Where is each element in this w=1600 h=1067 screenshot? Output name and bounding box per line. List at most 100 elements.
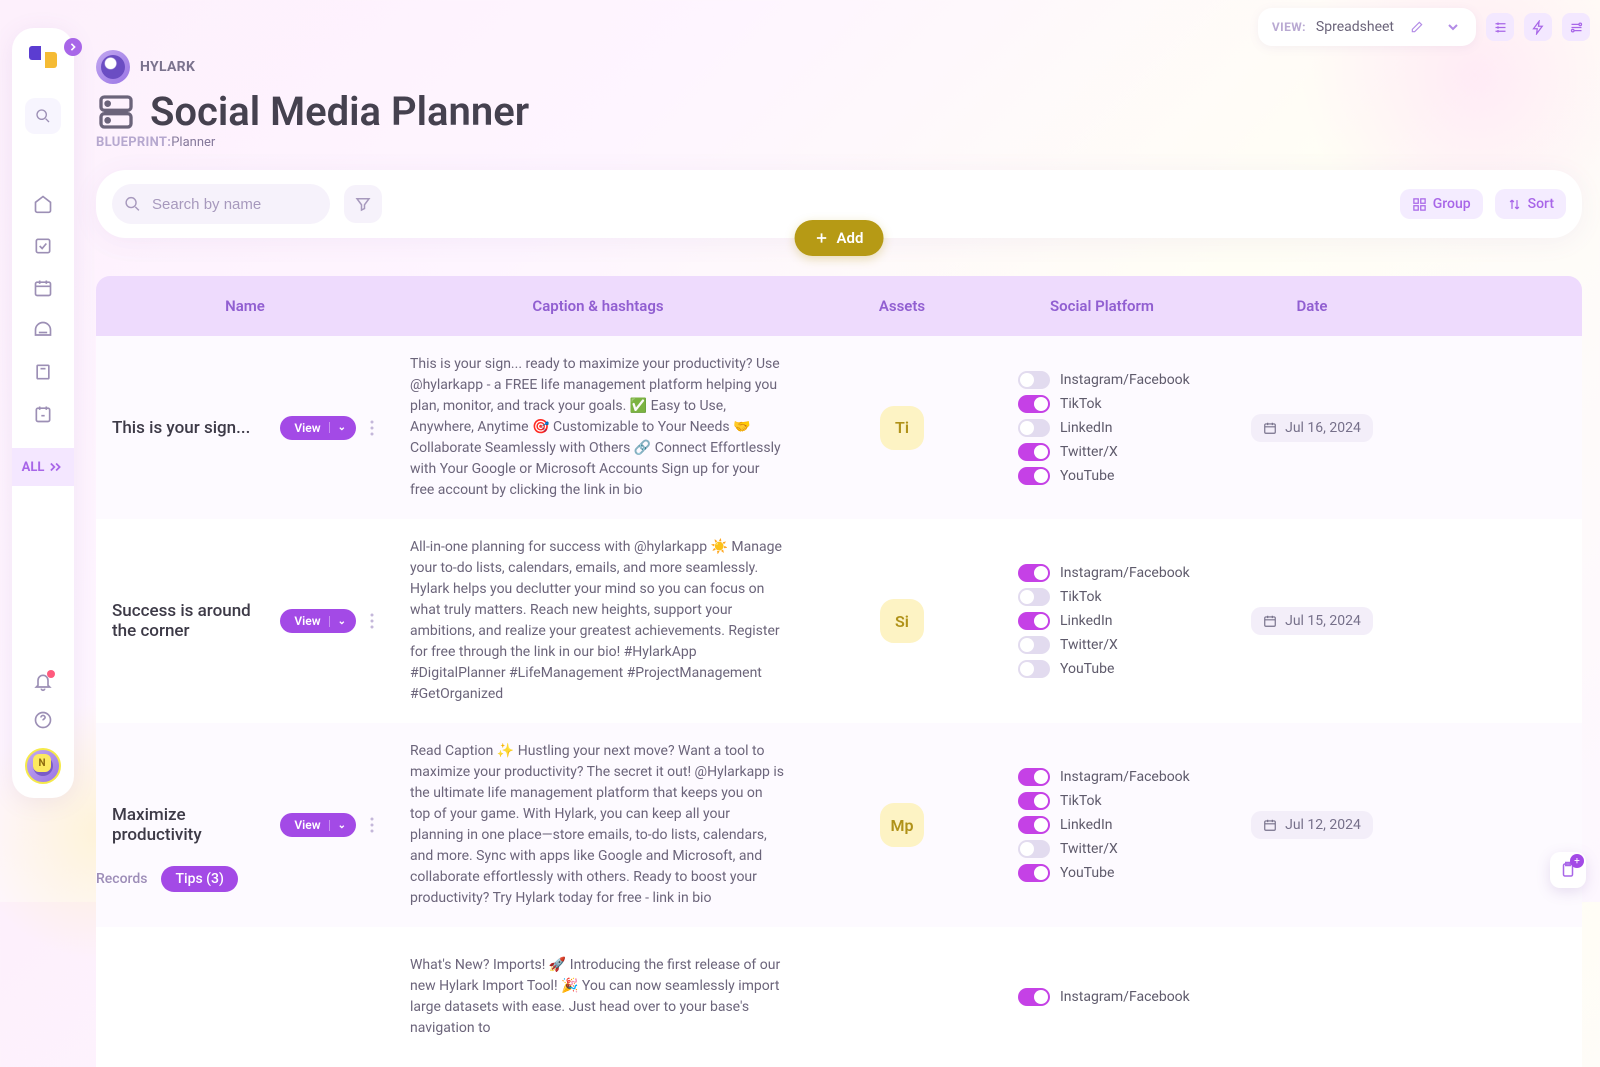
row-more-icon[interactable] [366, 416, 378, 440]
platform-toggle[interactable] [1018, 988, 1050, 1006]
data-table: Name Caption & hashtags Assets Social Pl… [96, 276, 1582, 1067]
tab-records[interactable]: Records [96, 871, 147, 887]
col-platform[interactable]: Social Platform [1002, 297, 1202, 315]
search-input[interactable] [112, 184, 330, 224]
row-caption[interactable]: This is your sign... ready to maximize y… [410, 354, 786, 501]
view-edit-icon[interactable] [1404, 14, 1430, 40]
bottom-tabs: Records Tips (3) [96, 856, 238, 902]
platform-label: Instagram/Facebook [1060, 769, 1190, 785]
platform-row: LinkedIn [1018, 816, 1186, 834]
col-caption[interactable]: Caption & hashtags [394, 297, 802, 315]
platform-toggle[interactable] [1018, 588, 1050, 606]
nav-tasks-icon[interactable] [33, 236, 53, 256]
workspace-avatar[interactable] [96, 50, 130, 84]
row-name[interactable]: Success is around the corner [112, 601, 270, 641]
platform-toggle[interactable] [1018, 612, 1050, 630]
platform-label: Instagram/Facebook [1060, 989, 1190, 1005]
nav-schedule-icon[interactable] [33, 404, 53, 424]
platform-toggle[interactable] [1018, 395, 1050, 413]
blueprint-line: BLUEPRINT:Planner [96, 135, 1582, 150]
date-chip[interactable]: Jul 15, 2024 [1251, 607, 1373, 635]
platform-label: LinkedIn [1060, 817, 1113, 833]
platform-row: Twitter/X [1018, 636, 1186, 654]
platform-label: LinkedIn [1060, 420, 1113, 436]
platform-row: LinkedIn [1018, 612, 1186, 630]
tab-tips[interactable]: Tips (3) [161, 866, 237, 892]
sidebar-all-tab[interactable]: ALL [12, 448, 74, 486]
platform-toggle[interactable] [1018, 564, 1050, 582]
platform-toggle[interactable] [1018, 419, 1050, 437]
row-caption[interactable]: All-in-one planning for success with @hy… [410, 537, 786, 705]
nav-book-icon[interactable] [33, 362, 53, 382]
col-assets[interactable]: Assets [802, 297, 1002, 315]
asset-badge[interactable]: Mp [880, 803, 924, 847]
platform-label: Twitter/X [1060, 637, 1118, 653]
nav-home-icon[interactable] [33, 194, 53, 214]
platform-row: TikTok [1018, 588, 1186, 606]
row-more-icon[interactable] [366, 609, 378, 633]
top-action-zap-icon[interactable] [1524, 13, 1552, 41]
row-name[interactable]: Maximize productivity [112, 805, 270, 845]
search-icon [124, 196, 141, 213]
platform-label: Instagram/Facebook [1060, 372, 1190, 388]
filter-button[interactable] [344, 185, 382, 223]
row-more-icon[interactable] [366, 813, 378, 837]
sidebar-all-label: ALL [22, 460, 45, 475]
view-selector[interactable]: VIEW: Spreadsheet [1258, 8, 1476, 46]
group-label: Group [1433, 196, 1471, 212]
sidebar-expand-button[interactable] [64, 38, 82, 56]
platform-label: Twitter/X [1060, 444, 1118, 460]
view-button[interactable]: View⌄ [280, 609, 356, 633]
blueprint-value: Planner [171, 135, 215, 150]
platform-toggle[interactable] [1018, 816, 1050, 834]
asset-badge[interactable]: Si [880, 599, 924, 643]
platform-toggle[interactable] [1018, 467, 1050, 485]
add-button[interactable]: Add [795, 220, 884, 256]
platform-toggle[interactable] [1018, 443, 1050, 461]
platform-toggle[interactable] [1018, 371, 1050, 389]
platform-toggle[interactable] [1018, 864, 1050, 882]
view-button[interactable]: View⌄ [280, 416, 356, 440]
asset-badge[interactable]: Ti [880, 406, 924, 450]
clipboard-fab[interactable]: + [1550, 852, 1586, 888]
avatar-badge: N [33, 754, 51, 772]
notification-dot [47, 670, 55, 678]
sort-button[interactable]: Sort [1495, 189, 1566, 219]
page-title-icon [96, 92, 136, 132]
top-action-layout-icon[interactable] [1486, 13, 1514, 41]
platform-label: YouTube [1060, 865, 1114, 881]
row-caption[interactable]: Read Caption ✨ Hustling your next move? … [410, 741, 786, 909]
row-caption[interactable]: What's New? Imports! 🚀 Introducing the f… [410, 955, 786, 1039]
sidebar: ALL N [12, 28, 74, 798]
platform-toggle[interactable] [1018, 636, 1050, 654]
group-button[interactable]: Group [1400, 189, 1483, 219]
view-dropdown-icon[interactable] [1440, 14, 1466, 40]
date-chip[interactable]: Jul 16, 2024 [1251, 414, 1373, 442]
help-icon[interactable] [33, 710, 53, 730]
table-row: Success is around the corner View⌄ All-in-… [96, 519, 1582, 723]
platform-row: Instagram/Facebook [1018, 988, 1186, 1006]
top-action-settings-icon[interactable] [1562, 13, 1590, 41]
table-header: Name Caption & hashtags Assets Social Pl… [96, 276, 1582, 336]
app-logo[interactable] [29, 46, 57, 74]
view-button[interactable]: View⌄ [280, 813, 356, 837]
platform-label: YouTube [1060, 661, 1114, 677]
platform-row: TikTok [1018, 395, 1186, 413]
sidebar-search-button[interactable] [25, 98, 61, 134]
platform-row: Twitter/X [1018, 443, 1186, 461]
platform-toggle[interactable] [1018, 768, 1050, 786]
nav-calendar-icon[interactable] [33, 278, 53, 298]
platform-toggle[interactable] [1018, 660, 1050, 678]
notifications-icon[interactable] [33, 672, 53, 692]
date-chip[interactable]: Jul 12, 2024 [1251, 811, 1373, 839]
platform-row: YouTube [1018, 660, 1186, 678]
col-date[interactable]: Date [1202, 297, 1422, 315]
blueprint-label: BLUEPRINT: [96, 135, 171, 150]
workspace-name[interactable]: HYLARK [140, 59, 195, 75]
platform-label: Twitter/X [1060, 841, 1118, 857]
platform-toggle[interactable] [1018, 792, 1050, 810]
platform-toggle[interactable] [1018, 840, 1050, 858]
col-name[interactable]: Name [96, 297, 394, 315]
row-name[interactable]: This is your sign... [112, 418, 270, 438]
nav-inbox-icon[interactable] [33, 320, 53, 340]
